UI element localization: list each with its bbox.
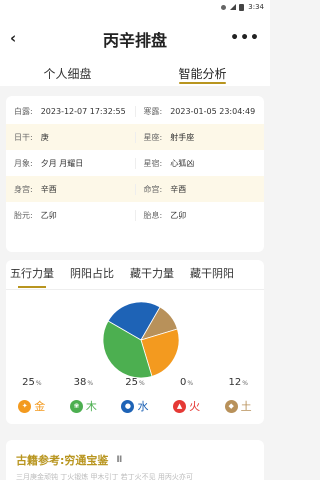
analysis-subtabs: 五行力量 阴阳占比 藏干力量 藏干阴阳 (6, 260, 264, 290)
info-card: 白露: 2023-12-07 17:32:55 寒露: 2023-01-05 23:… (6, 96, 264, 252)
status-icons (221, 3, 245, 11)
reference-title: 古籍参考:穷通宝鉴 (16, 454, 109, 467)
percent-fire: 0% (161, 377, 213, 388)
fire-icon: ▲ (173, 399, 187, 413)
info-value: 夕月 月耀日 (40, 158, 84, 168)
app-header: ‹ 丙辛排盘 ••• (0, 14, 270, 64)
info-value: 2023-12-07 17:32:55 (40, 106, 126, 116)
status-time: 3:34 (248, 3, 264, 11)
info-cell-right: 胎息: 乙卯 (134, 209, 265, 221)
signal-icon (230, 4, 237, 10)
legend-label: 金 (34, 400, 46, 413)
legend-fire: ▲ 火 (161, 398, 213, 414)
legend-water: ● 水 (109, 398, 161, 414)
percent-unit: % (242, 380, 248, 387)
info-cell-left: 白露: 2023-12-07 17:32:55 (6, 106, 135, 117)
page-title: 丙辛排盘 (102, 31, 167, 50)
more-options-icon[interactable]: ••• (230, 31, 260, 45)
subtab-hidden-stems-power[interactable]: 藏干力量 (130, 265, 174, 285)
wood-icon: ❀ (69, 399, 83, 413)
subtab-hidden-stems-yin-yang[interactable]: 藏干阴阳 (190, 265, 234, 285)
percent-row: 25% 38% 25% 0% 12% (6, 377, 264, 388)
tab-smart-analysis[interactable]: 智能分析 (135, 62, 270, 86)
main-tabs: 个人细盘 智能分析 (0, 62, 270, 86)
legend-label: 水 (137, 400, 149, 413)
percent-unit: % (139, 380, 145, 387)
tab-personal-chart[interactable]: 个人细盘 (0, 62, 135, 86)
subtab-yin-yang[interactable]: 阴阳占比 (70, 265, 114, 285)
info-cell-left: 胎元: 乙卯 (6, 210, 135, 221)
percent-value: 25 (125, 377, 138, 388)
info-value: 心狐凶 (170, 158, 195, 168)
book-icon: Ⅱ (116, 455, 123, 465)
info-label: 日干: (14, 132, 33, 142)
legend-label: 木 (85, 400, 97, 413)
info-row: 身宫: 辛酉 命宫: 辛酉 (6, 176, 264, 202)
info-label: 白露: (14, 106, 33, 116)
info-label: 胎息: (143, 210, 163, 220)
water-icon: ● (121, 399, 135, 413)
info-value: 辛酉 (40, 184, 57, 194)
info-cell-left: 日干: 庚 (6, 132, 135, 143)
percent-value: 38 (73, 377, 87, 388)
percent-water: 25% (109, 377, 161, 388)
info-cell-right: 星座: 射手座 (134, 131, 265, 143)
legend-earth: ◆ 土 (212, 398, 264, 414)
info-row: 白露: 2023-12-07 17:32:55 寒露: 2023-01-05 23:… (6, 98, 264, 124)
info-value: 乙卯 (40, 210, 57, 220)
info-row: 月象: 夕月 月耀日 星宿: 心狐凶 (6, 150, 264, 176)
info-label: 胎元: (14, 210, 33, 220)
reference-text: 三月庚金顽钝 丁火锻炼 甲木引丁 若丁火不见 用丙火亦可 (16, 473, 193, 480)
reference-title-row: 古籍参考:穷通宝鉴 Ⅱ (16, 452, 254, 468)
gold-icon: ✦ (18, 399, 32, 413)
back-icon[interactable]: ‹ (10, 31, 20, 46)
five-elements-pie (101, 300, 181, 380)
wifi-icon (221, 4, 227, 10)
subtab-five-elements[interactable]: 五行力量 (10, 265, 54, 288)
battery-icon (239, 3, 245, 11)
info-value: 射手座 (170, 132, 195, 142)
percent-unit: % (187, 380, 194, 387)
info-cell-left: 身宫: 辛酉 (6, 184, 135, 195)
percent-unit: % (87, 380, 94, 387)
info-cell-left: 月象: 夕月 月耀日 (6, 158, 135, 169)
percent-wood: 38% (58, 377, 110, 388)
info-label: 星宿: (143, 158, 163, 168)
percent-earth: 12% (212, 377, 264, 388)
legend-gold: ✦ 金 (6, 398, 58, 414)
info-label: 星座: (143, 132, 163, 142)
info-cell-right: 星宿: 心狐凶 (134, 157, 265, 169)
element-legend: ✦ 金 ❀ 木 ● 水 ▲ 火 ◆ 土 (6, 398, 264, 414)
info-value: 2023-01-05 23:04:49 (170, 106, 256, 116)
info-row: 日干: 庚 星座: 射手座 (6, 124, 264, 150)
info-value: 乙卯 (170, 210, 187, 220)
info-row: 胎元: 乙卯 胎息: 乙卯 (6, 202, 264, 228)
legend-label: 土 (240, 400, 252, 413)
five-elements-card: 五行力量 阴阳占比 藏干力量 藏干阴阳 25% 38% 25% 0% 12% ✦… (6, 260, 264, 424)
info-label: 月象: (14, 158, 33, 168)
legend-wood: ❀ 木 (58, 398, 110, 414)
percent-unit: % (35, 380, 42, 387)
percent-value: 12 (228, 377, 242, 388)
info-cell-right: 命宫: 辛酉 (134, 183, 265, 195)
percent-value: 25 (22, 377, 35, 388)
info-cell-right: 寒露: 2023-01-05 23:04:49 (134, 105, 265, 117)
info-value: 庚 (40, 132, 49, 142)
info-label: 身宫: (14, 184, 33, 194)
pie-chart (102, 301, 180, 379)
info-value: 辛酉 (170, 184, 187, 194)
info-label: 命宫: (143, 184, 163, 194)
info-label: 寒露: (143, 106, 163, 116)
ancient-reference-card: 古籍参考:穷通宝鉴 Ⅱ 三月庚金顽钝 丁火锻炼 甲木引丁 若丁火不见 用丙火亦可 (6, 440, 264, 480)
status-bar: 3:34 (0, 0, 270, 14)
percent-gold: 25% (6, 377, 58, 388)
earth-icon: ◆ (224, 399, 238, 413)
percent-value: 0 (180, 377, 187, 388)
legend-label: 火 (189, 400, 201, 413)
